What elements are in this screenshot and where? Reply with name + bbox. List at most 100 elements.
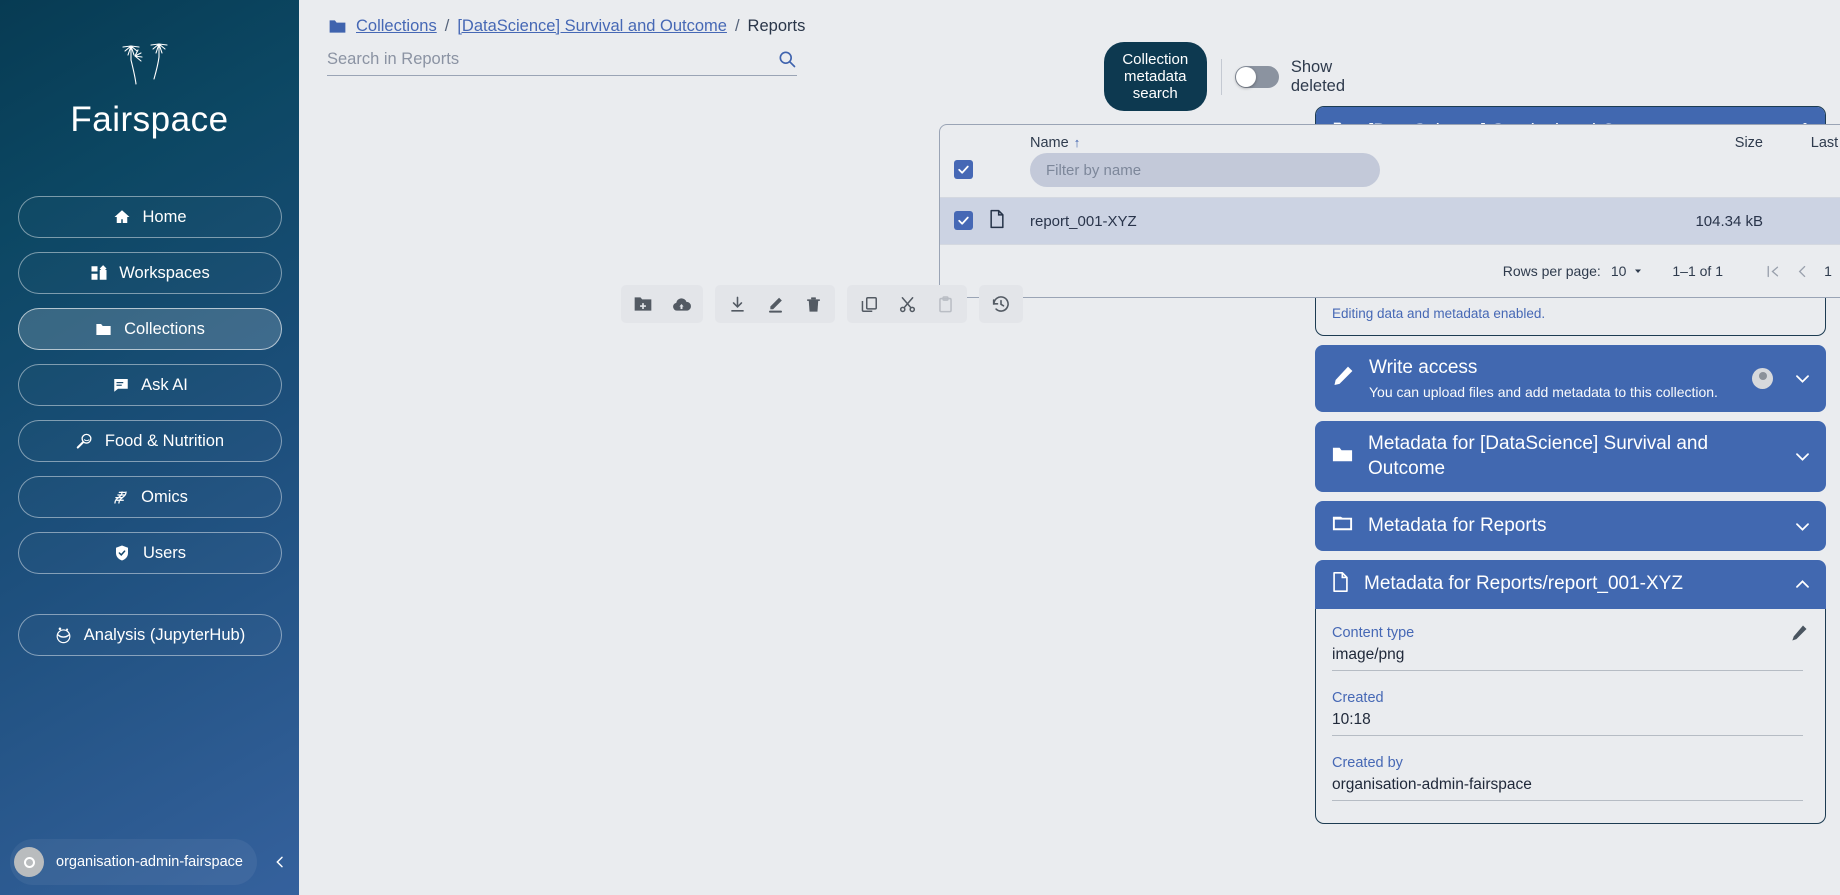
sidebar: Fairspace Home Workspaces Collections As… <box>0 0 299 895</box>
sidebar-item-food-nutrition[interactable]: Food & Nutrition <box>17 420 282 462</box>
user-circle-icon <box>14 847 44 877</box>
sidebar-collapse-button[interactable] <box>271 849 289 875</box>
breadcrumb-separator: / <box>734 17 740 35</box>
pencil-icon <box>1792 625 1807 641</box>
download-icon <box>730 296 744 312</box>
collection-search-controls: Collection metadata search Show deleted <box>1104 42 1345 111</box>
accordion-metadata-reports[interactable]: Metadata for Reports <box>1315 501 1826 552</box>
chevron-down-icon[interactable] <box>1793 517 1812 536</box>
sidebar-item-label: Ask AI <box>141 375 188 394</box>
write-access-title: Write access <box>1369 357 1478 378</box>
brand-name: Fairspace <box>70 100 229 139</box>
sidebar-item-label: Users <box>142 543 187 562</box>
user-circle-icon <box>1752 367 1773 389</box>
table-header-row: Name ↑ Size Last modified <box>940 125 1840 153</box>
sidebar-user-bar: organisation-admin-fairspace <box>10 839 289 885</box>
pencil-icon <box>768 297 782 313</box>
breadcrumb-item-collections[interactable]: Collections <box>356 17 437 36</box>
sidebar-item-label: Food & Nutrition <box>104 431 225 450</box>
magnifier-leaf-icon <box>75 432 94 451</box>
search-icon[interactable] <box>777 49 797 69</box>
chevron-down-icon[interactable] <box>1793 369 1812 388</box>
metadata-field: Created by organisation-admin-fairspace <box>1332 755 1803 802</box>
home-icon <box>112 208 131 227</box>
trash-icon <box>806 296 820 312</box>
metadata-field: Content type image/png <box>1332 625 1803 672</box>
row-checkbox-cell <box>940 197 988 245</box>
sidebar-item-label: Omics <box>141 487 188 506</box>
status-note: Editing data and metadata enabled. <box>1332 306 1546 321</box>
folder-plus-icon <box>634 297 652 311</box>
edit-metadata-button[interactable] <box>1789 623 1809 648</box>
select-all-checkbox[interactable] <box>954 159 973 179</box>
file-metadata-section: Metadata for Reports/report_001-XYZ Cont… <box>1315 560 1826 825</box>
shield-check-icon <box>113 544 132 563</box>
sidebar-item-ask-ai[interactable]: Ask AI <box>17 364 282 406</box>
table-body: report_001-XYZ 104.34 kB 10:18 <box>940 197 1840 245</box>
sidebar-item-workspaces[interactable]: Workspaces <box>17 252 282 294</box>
accordion-metadata-file[interactable]: Metadata for Reports/report_001-XYZ <box>1315 560 1826 610</box>
rows-per-page-select[interactable]: 10 <box>1611 263 1645 279</box>
clipboard-icon <box>938 295 952 312</box>
column-header-last-modified[interactable]: Last modified <box>1763 125 1840 153</box>
file-table: Name ↑ Size Last modified <box>940 125 1840 245</box>
show-deleted-label: Show deleted <box>1290 57 1346 95</box>
show-deleted-toggle[interactable] <box>1234 65 1279 88</box>
row-file-name: report_001-XYZ <box>1030 197 1623 245</box>
dandelion-seeds-icon <box>122 43 169 85</box>
download-button[interactable] <box>718 288 756 320</box>
user-profile-button[interactable]: organisation-admin-fairspace <box>10 839 257 885</box>
copy-button[interactable] <box>850 288 888 320</box>
sidebar-nav: Home Workspaces Collections Ask AI Food … <box>0 196 299 656</box>
accordion-metadata-collection[interactable]: Metadata for [DataScience] Survival and … <box>1315 420 1826 493</box>
search-input[interactable] <box>327 49 777 69</box>
first-page-icon[interactable] <box>1757 256 1787 286</box>
row-file-icon-cell <box>988 197 1030 245</box>
table-row[interactable]: report_001-XYZ 104.34 kB 10:18 <box>940 197 1840 245</box>
rename-button[interactable] <box>756 288 794 320</box>
sidebar-item-home[interactable]: Home <box>17 196 282 238</box>
clipboard-group <box>847 285 967 323</box>
row-file-modified: 10:18 <box>1763 197 1840 245</box>
scissors-icon <box>899 296 915 312</box>
file-icon <box>1331 571 1350 598</box>
write-access-panel[interactable]: Write access You can upload files and ad… <box>1315 345 1826 412</box>
create-folder-button[interactable] <box>624 288 662 320</box>
column-header-name[interactable]: Name ↑ <box>1030 125 1623 153</box>
filter-by-name-input[interactable] <box>1030 153 1380 187</box>
delete-button[interactable] <box>794 288 832 320</box>
chevron-down-icon <box>1635 269 1642 273</box>
sidebar-item-omics[interactable]: Omics <box>17 476 282 518</box>
sidebar-item-label: Home <box>142 207 187 226</box>
rows-per-page-label: Rows per page: <box>1502 263 1601 279</box>
dna-icon <box>111 488 130 507</box>
chevron-up-icon[interactable] <box>1793 575 1812 594</box>
collection-metadata-search-button[interactable]: Collection metadata search <box>1104 42 1207 111</box>
upload-button[interactable] <box>662 288 700 320</box>
file-actions-toolbar <box>621 285 1023 323</box>
table-filter-row <box>940 153 1840 198</box>
breadcrumb-item-collection[interactable]: [DataScience] Survival and Outcome <box>457 17 727 36</box>
cut-button[interactable] <box>888 288 926 320</box>
folder-icon <box>94 320 113 339</box>
sidebar-item-users[interactable]: Users <box>17 532 282 574</box>
paste-button[interactable] <box>926 288 964 320</box>
search-box <box>327 49 797 76</box>
history-clock-icon <box>992 296 1009 312</box>
folder-outline-icon <box>1331 512 1354 540</box>
current-page-number: 1 <box>1824 263 1832 279</box>
sidebar-item-analysis-jupyterhub[interactable]: Analysis (JupyterHub) <box>17 614 282 656</box>
write-access-text: Write access You can upload files and ad… <box>1369 356 1738 401</box>
prev-page-icon[interactable] <box>1787 256 1817 286</box>
user-name: organisation-admin-fairspace <box>56 854 243 870</box>
chevron-down-icon[interactable] <box>1793 447 1812 466</box>
history-button[interactable] <box>982 288 1020 320</box>
select-all-header <box>940 125 988 153</box>
column-header-size[interactable]: Size <box>1623 125 1763 153</box>
brand-logo: Fairspace <box>70 38 228 140</box>
select-all-cell <box>940 153 988 198</box>
sidebar-item-collections[interactable]: Collections <box>17 308 282 350</box>
metadata-label: Content type <box>1332 625 1415 642</box>
rows-per-page-value: 10 <box>1610 263 1627 279</box>
row-checkbox[interactable] <box>954 211 973 230</box>
